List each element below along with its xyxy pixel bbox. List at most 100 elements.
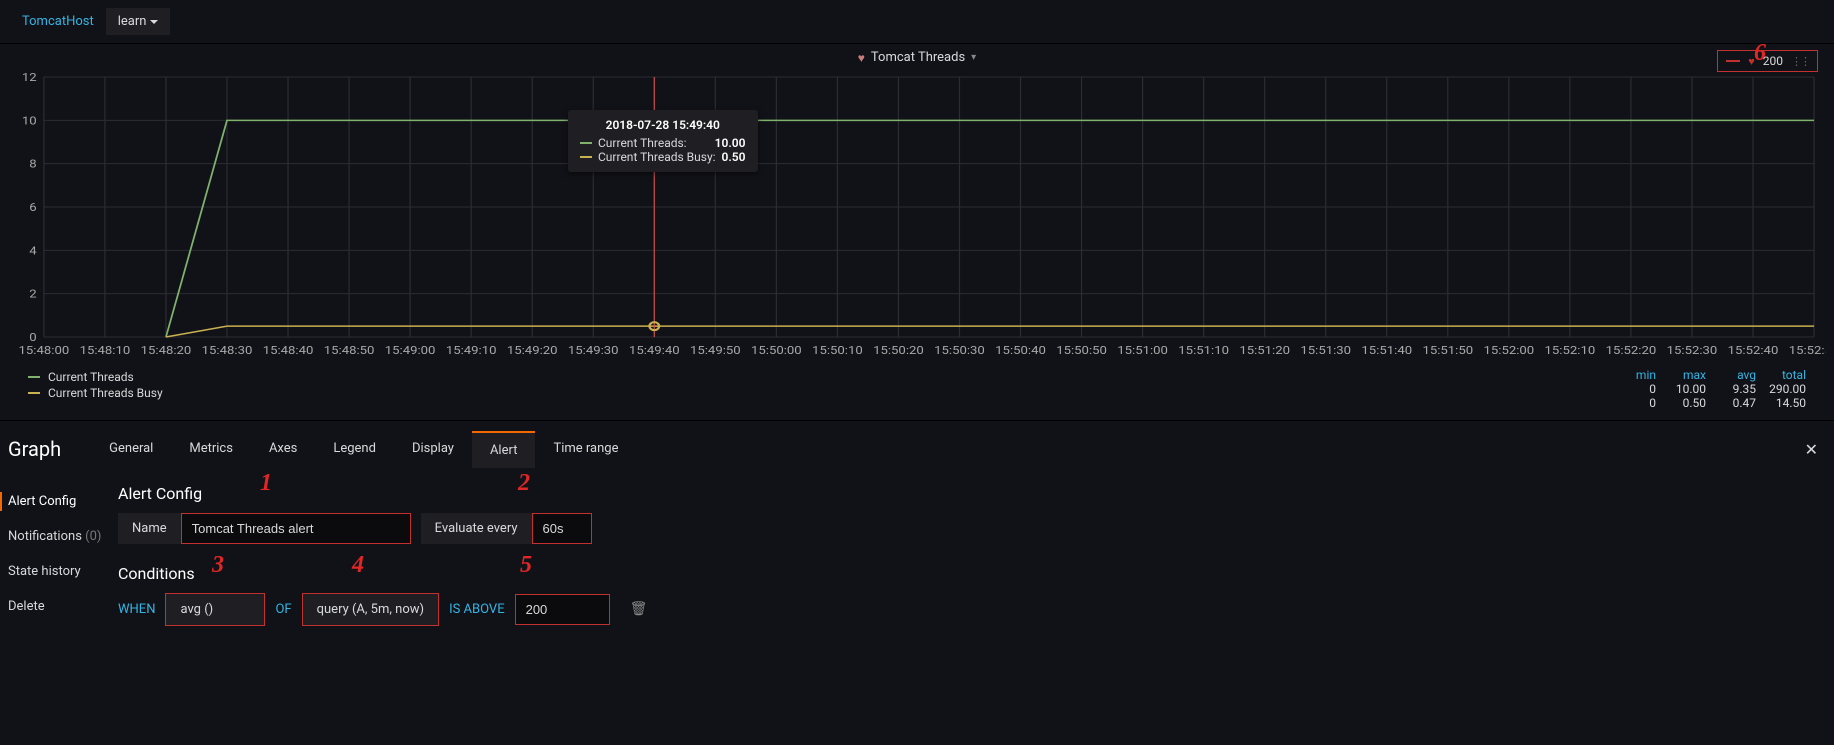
- series-color-icon: [28, 376, 40, 378]
- legend-item[interactable]: Current Threads Busy: [28, 386, 1606, 400]
- chart-tooltip: 2018-07-28 15:49:40 Current Threads: 10.…: [568, 110, 758, 172]
- sidebar-item-delete[interactable]: Delete: [8, 589, 118, 624]
- svg-text:15:50:40: 15:50:40: [995, 344, 1046, 357]
- tooltip-row: Current Threads Busy: 0.50: [580, 150, 746, 164]
- svg-text:15:52:10: 15:52:10: [1545, 344, 1596, 357]
- breadcrumb: TomcatHost learn: [0, 0, 1834, 44]
- series-color-icon: [28, 392, 40, 394]
- sidebar-item-state-history[interactable]: State history: [8, 554, 118, 589]
- legend-item[interactable]: Current Threads: [28, 370, 1606, 384]
- breadcrumb-dashboard[interactable]: TomcatHost: [10, 8, 106, 35]
- svg-text:15:48:40: 15:48:40: [263, 344, 314, 357]
- svg-text:15:50:30: 15:50:30: [934, 344, 985, 357]
- svg-text:15:49:00: 15:49:00: [385, 344, 436, 357]
- stats-row: 00.500.4714.50: [1606, 396, 1806, 410]
- plot-lines: [166, 120, 1814, 337]
- svg-text:15:48:10: 15:48:10: [80, 344, 131, 357]
- svg-text:4: 4: [29, 244, 37, 257]
- alert-sidebar: Alert Config Notifications (0) State his…: [8, 484, 118, 626]
- panel-type: Graph: [8, 437, 61, 461]
- tooltip-value: 10.00: [715, 136, 746, 150]
- tab-legend[interactable]: Legend: [315, 431, 394, 468]
- tab-display[interactable]: Display: [394, 431, 472, 468]
- breadcrumb-folder-label: learn: [118, 14, 147, 29]
- threshold-value: 200: [1763, 54, 1783, 68]
- legend-label: Current Threads: [48, 370, 134, 384]
- editor-tabs-bar: Graph General Metrics Axes Legend Displa…: [0, 420, 1834, 468]
- tooltip-time: 2018-07-28 15:49:40: [580, 118, 746, 132]
- section-title: Alert Config: [118, 484, 1826, 503]
- tab-metrics[interactable]: Metrics: [171, 431, 251, 468]
- svg-text:15:50:00: 15:50:00: [751, 344, 802, 357]
- close-editor-button[interactable]: ✕: [1797, 440, 1826, 459]
- tab-general[interactable]: General: [91, 431, 171, 468]
- svg-text:15:51:10: 15:51:10: [1178, 344, 1229, 357]
- svg-text:15:51:20: 15:51:20: [1239, 344, 1290, 357]
- threshold-input[interactable]: [515, 594, 610, 625]
- threshold-badge[interactable]: ♥ 200 ⋮⋮: [1717, 50, 1818, 72]
- svg-text:15:49:20: 15:49:20: [507, 344, 558, 357]
- svg-text:15:49:50: 15:49:50: [690, 344, 741, 357]
- alert-editor: Alert Config Notifications (0) State his…: [0, 468, 1834, 656]
- svg-text:15:52:30: 15:52:30: [1667, 344, 1718, 357]
- threshold-line-icon: [1726, 60, 1740, 62]
- tab-axes[interactable]: Axes: [251, 431, 315, 468]
- evaluator-keyword: IS ABOVE: [449, 602, 505, 617]
- svg-text:15:49:30: 15:49:30: [568, 344, 619, 357]
- legend-label: Current Threads Busy: [48, 386, 163, 400]
- series-color-icon: [580, 142, 592, 144]
- svg-text:6: 6: [29, 201, 37, 214]
- notifications-count: (0): [85, 529, 101, 544]
- stats-row: 010.009.35290.00: [1606, 382, 1806, 396]
- reducer-select[interactable]: avg (): [165, 593, 265, 626]
- svg-text:15:52:20: 15:52:20: [1606, 344, 1657, 357]
- svg-text:15:48:20: 15:48:20: [141, 344, 192, 357]
- grip-icon: ⋮⋮: [1791, 55, 1809, 68]
- svg-text:15:52:50: 15:52:50: [1789, 344, 1826, 357]
- svg-text:15:51:40: 15:51:40: [1361, 344, 1412, 357]
- breadcrumb-folder[interactable]: learn: [106, 8, 171, 35]
- svg-text:15:50:10: 15:50:10: [812, 344, 863, 357]
- svg-text:15:51:50: 15:51:50: [1422, 344, 1473, 357]
- svg-text:10: 10: [22, 114, 37, 127]
- svg-text:15:48:30: 15:48:30: [202, 344, 253, 357]
- svg-text:15:52:40: 15:52:40: [1728, 344, 1779, 357]
- chart-area[interactable]: 15:48:00 15:48:10 15:48:20 15:48:30 15:48:40…: [8, 72, 1826, 362]
- sidebar-item-label: Notifications: [8, 529, 82, 544]
- legend-table: Current Threads Current Threads Busy min…: [8, 362, 1826, 410]
- eval-label: Evaluate every: [421, 513, 532, 544]
- stats-header: minmaxavgtotal: [1606, 368, 1806, 382]
- delete-condition-button[interactable]: 🗑: [620, 595, 658, 623]
- query-select[interactable]: query (A, 5m, now): [302, 593, 439, 626]
- panel-title-bar[interactable]: ♥ Tomcat Threads ▾ ♥ 200 ⋮⋮: [8, 44, 1826, 72]
- svg-text:15:49:40: 15:49:40: [629, 344, 680, 357]
- sidebar-item-alert-config[interactable]: Alert Config: [8, 484, 118, 519]
- svg-text:15:51:00: 15:51:00: [1117, 344, 1168, 357]
- of-keyword: OF: [275, 602, 291, 617]
- alert-name-input[interactable]: [181, 513, 411, 544]
- alert-name-row: Name Evaluate every: [118, 513, 1826, 544]
- svg-text:2: 2: [29, 287, 37, 300]
- eval-every-input[interactable]: [532, 513, 592, 544]
- grid: [44, 77, 1814, 337]
- tab-timerange[interactable]: Time range: [535, 431, 636, 468]
- sidebar-item-notifications[interactable]: Notifications (0): [8, 519, 118, 554]
- heart-break-icon: ♥: [1748, 55, 1755, 68]
- tab-alert[interactable]: Alert: [472, 431, 536, 468]
- section-title: Conditions: [118, 564, 1826, 583]
- svg-text:15:50:50: 15:50:50: [1056, 344, 1107, 357]
- heart-icon: ♥: [858, 51, 865, 65]
- tooltip-label: Current Threads Busy:: [598, 150, 716, 164]
- when-keyword: WHEN: [118, 602, 155, 617]
- tooltip-row: Current Threads: 10.00: [580, 136, 746, 150]
- y-axis: 024681012: [22, 72, 37, 344]
- svg-text:15:50:20: 15:50:20: [873, 344, 924, 357]
- svg-text:15:48:00: 15:48:00: [19, 344, 70, 357]
- svg-text:12: 12: [22, 72, 37, 84]
- chart-svg: 15:48:00 15:48:10 15:48:20 15:48:30 15:48:40…: [8, 72, 1826, 362]
- x-axis: 15:48:00 15:48:10 15:48:20 15:48:30 15:48:40…: [19, 344, 1826, 357]
- tooltip-value: 0.50: [722, 150, 746, 164]
- svg-text:15:49:10: 15:49:10: [446, 344, 497, 357]
- svg-text:15:52:00: 15:52:00: [1484, 344, 1535, 357]
- tooltip-label: Current Threads:: [598, 136, 709, 150]
